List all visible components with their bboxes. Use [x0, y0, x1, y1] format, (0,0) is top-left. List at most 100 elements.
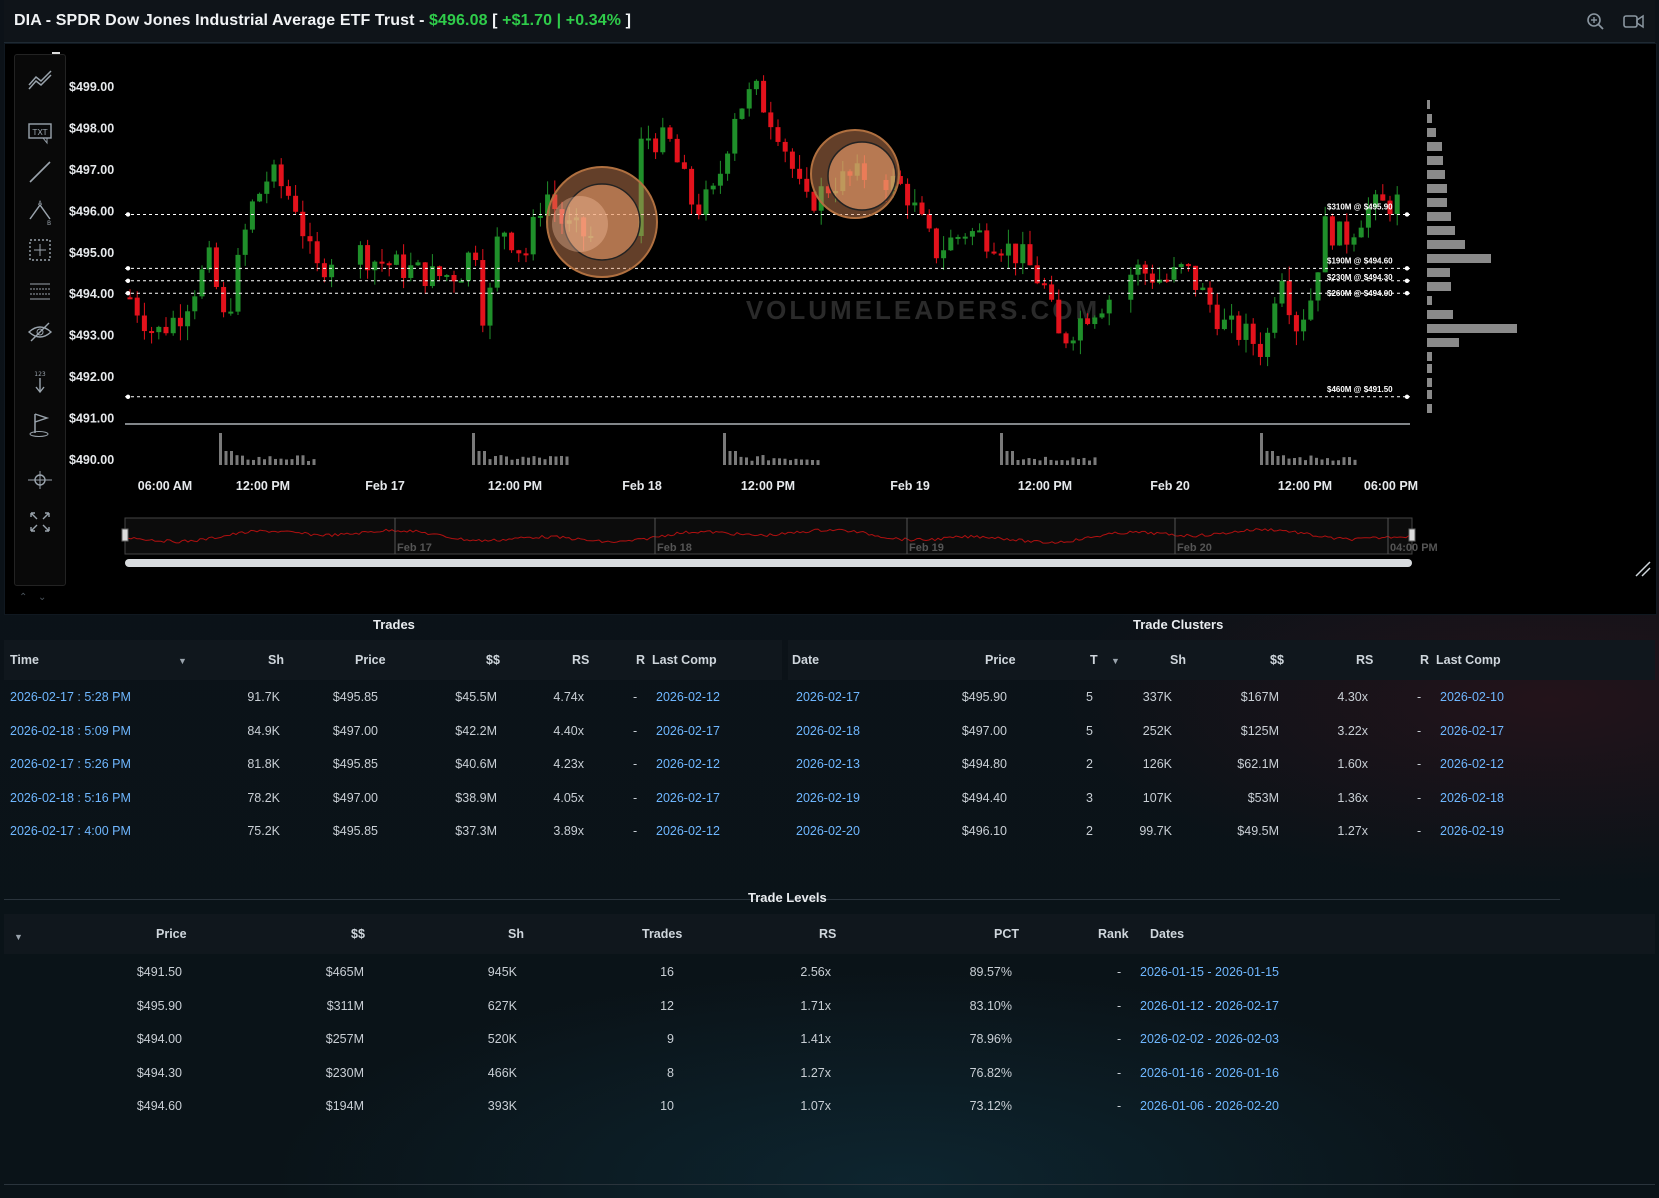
table-row[interactable]: 2026-02-13 $494.80 2 126K $62.1M 1.60x - 2026-0…	[788, 748, 1655, 782]
col-date[interactable]: Date	[792, 653, 819, 667]
col-sh[interactable]: Sh	[1170, 653, 1186, 667]
level-rs: 2.56x	[800, 965, 831, 979]
cluster-last-comp-link[interactable]: 2026-02-12	[1440, 757, 1504, 771]
sort-desc-icon[interactable]: ▼	[178, 656, 187, 666]
col-t[interactable]: T	[1090, 653, 1098, 667]
line-draw-icon[interactable]	[25, 157, 55, 187]
trade-time-link[interactable]: 2026-02-17 : 4:00 PM	[10, 824, 131, 838]
table-row[interactable]: $494.60 $194M 393K 10 1.07x 73.12% - 2026-01-06…	[4, 1090, 1655, 1124]
chart-panel[interactable]: VOLUMELEADERS.COM $499.00 $498.00 $497.00 $4…	[4, 43, 1657, 615]
trend-lines-icon[interactable]	[25, 63, 55, 93]
trade-last-comp-link[interactable]: 2026-02-12	[656, 824, 720, 838]
trade-price: $497.00	[332, 790, 378, 805]
col-rs[interactable]: RS	[819, 927, 836, 941]
table-row[interactable]: 2026-02-17 $495.90 5 337K $167M 4.30x - 2026-02…	[788, 681, 1655, 715]
level-dates-link[interactable]: 2026-01-15 - 2026-01-15	[1140, 965, 1279, 979]
cluster-date-link[interactable]: 2026-02-18	[796, 724, 860, 738]
trade-time-link[interactable]: 2026-02-18 : 5:16 PM	[10, 791, 131, 805]
flag-marker-icon[interactable]	[25, 409, 55, 439]
crosshair-measure-icon[interactable]	[25, 235, 55, 265]
col-last-comp[interactable]: Last Comp	[1436, 653, 1501, 667]
table-row[interactable]: $491.50 $465M 945K 16 2.56x 89.57% - 2026-01-15…	[4, 956, 1655, 990]
hide-drawings-icon[interactable]	[25, 317, 55, 347]
scroll-down-icon[interactable]: ⌄	[38, 592, 46, 603]
table-row[interactable]: 2026-02-18 : 5:16 PM 78.2K $497.00 $38.9M 4.…	[4, 782, 782, 816]
price-chart[interactable]: VOLUMELEADERS.COM $499.00 $498.00 $497.00 $4…	[5, 44, 1656, 614]
candle-body	[1193, 265, 1199, 290]
navigator-label: Feb 18	[657, 542, 692, 554]
cluster-last-comp-link[interactable]: 2026-02-19	[1440, 824, 1504, 838]
zoom-in-icon[interactable]	[1585, 11, 1607, 31]
col-time[interactable]: Time	[10, 653, 39, 667]
col-r[interactable]: R	[1420, 653, 1429, 667]
level-dates-link[interactable]: 2026-02-02 - 2026-02-03	[1140, 1032, 1279, 1046]
col-price[interactable]: Price	[985, 653, 1016, 667]
trade-time-link[interactable]: 2026-02-17 : 5:28 PM	[10, 690, 131, 704]
col-sh[interactable]: Sh	[508, 927, 524, 941]
navigator-handle-left[interactable]	[121, 528, 129, 542]
col-dollars[interactable]: $$	[1270, 653, 1284, 667]
navigator-handle-right[interactable]	[1408, 528, 1416, 542]
resize-handle-icon[interactable]	[1634, 560, 1652, 578]
trade-last-comp-link[interactable]: 2026-02-17	[656, 724, 720, 738]
col-dollars[interactable]: $$	[486, 653, 500, 667]
navigator-scrollbar[interactable]	[125, 559, 1412, 567]
col-rank[interactable]: Rank	[1098, 927, 1129, 941]
col-rs[interactable]: RS	[1356, 653, 1373, 667]
pattern-draw-icon[interactable]: AB	[25, 197, 55, 227]
zoom-pan-icon[interactable]	[25, 465, 55, 495]
table-row[interactable]: 2026-02-17 : 5:28 PM 91.7K $495.85 $45.5M 4.…	[4, 681, 782, 715]
level-dates-link[interactable]: 2026-01-06 - 2026-02-20	[1140, 1099, 1279, 1113]
cluster-last-comp-link[interactable]: 2026-02-18	[1440, 791, 1504, 805]
cluster-shares: 126K	[1142, 757, 1172, 772]
table-row[interactable]: 2026-02-19 $494.40 3 107K $53M 1.36x - 2026-02-…	[788, 782, 1655, 816]
table-row[interactable]: 2026-02-18 $497.00 5 252K $125M 3.22x - 2026-02…	[788, 715, 1655, 749]
volume-bar	[783, 458, 787, 465]
order-count-icon[interactable]: 123	[25, 367, 55, 397]
sort-desc-icon[interactable]: ▼	[14, 932, 23, 942]
cluster-date-link[interactable]: 2026-02-19	[796, 791, 860, 805]
table-row[interactable]: $495.90 $311M 627K 12 1.71x 83.10% - 2026-01-12…	[4, 990, 1655, 1024]
video-camera-icon[interactable]	[1623, 11, 1645, 31]
col-dollars[interactable]: $$	[351, 927, 365, 941]
table-row[interactable]: 2026-02-17 : 5:26 PM 81.8K $495.85 $40.6M 4.…	[4, 748, 782, 782]
table-row[interactable]: 2026-02-17 : 4:00 PM 75.2K $495.85 $37.3M 3.…	[4, 815, 782, 849]
volume-bar	[750, 460, 754, 465]
level-dates-link[interactable]: 2026-01-16 - 2026-01-16	[1140, 1066, 1279, 1080]
sort-desc-icon[interactable]: ▼	[1111, 656, 1120, 666]
col-sh[interactable]: Sh	[268, 653, 284, 667]
trade-last-comp-link[interactable]: 2026-02-17	[656, 791, 720, 805]
volume-bar	[565, 456, 569, 465]
trade-time-link[interactable]: 2026-02-18 : 5:09 PM	[10, 724, 131, 738]
cluster-date-link[interactable]: 2026-02-20	[796, 824, 860, 838]
col-last-comp[interactable]: Last Comp	[652, 653, 717, 667]
volume-bar	[1337, 460, 1340, 465]
fullscreen-icon[interactable]	[25, 507, 55, 537]
table-row[interactable]: $494.30 $230M 466K 8 1.27x 76.82% - 2026-01-16 …	[4, 1057, 1655, 1091]
fibonacci-icon[interactable]	[25, 277, 55, 307]
cluster-last-comp-link[interactable]: 2026-02-10	[1440, 690, 1504, 704]
cluster-date-link[interactable]: 2026-02-13	[796, 757, 860, 771]
table-row[interactable]: 2026-02-18 : 5:09 PM 84.9K $497.00 $42.2M 4.…	[4, 715, 782, 749]
col-trades[interactable]: Trades	[642, 927, 682, 941]
col-r[interactable]: R	[636, 653, 645, 667]
trade-last-comp-link[interactable]: 2026-02-12	[656, 690, 720, 704]
level-rank: -	[1117, 1099, 1122, 1114]
x-axis-label: 12:00 PM	[236, 479, 290, 493]
text-annotation-icon[interactable]: TXT	[25, 117, 55, 147]
col-price[interactable]: Price	[156, 927, 187, 941]
candle-body	[1128, 274, 1134, 300]
col-rs[interactable]: RS	[572, 653, 589, 667]
col-price[interactable]: Price	[355, 653, 386, 667]
table-row[interactable]: $494.00 $257M 520K 9 1.41x 78.96% - 2026-02-02 …	[4, 1023, 1655, 1057]
cluster-last-comp-link[interactable]: 2026-02-17	[1440, 724, 1504, 738]
trade-time-link[interactable]: 2026-02-17 : 5:26 PM	[10, 757, 131, 771]
col-dates[interactable]: Dates	[1150, 927, 1184, 941]
scroll-up-icon[interactable]: ⌃	[19, 592, 27, 603]
cluster-date-link[interactable]: 2026-02-17	[796, 690, 860, 704]
level-dates-link[interactable]: 2026-01-12 - 2026-02-17	[1140, 999, 1279, 1013]
col-pct[interactable]: PCT	[994, 927, 1019, 941]
table-row[interactable]: 2026-02-20 $496.10 2 99.7K $49.5M 1.27x - 2026-…	[788, 815, 1655, 849]
watermark: VOLUMELEADERS.COM	[746, 295, 1100, 325]
trade-last-comp-link[interactable]: 2026-02-12	[656, 757, 720, 771]
